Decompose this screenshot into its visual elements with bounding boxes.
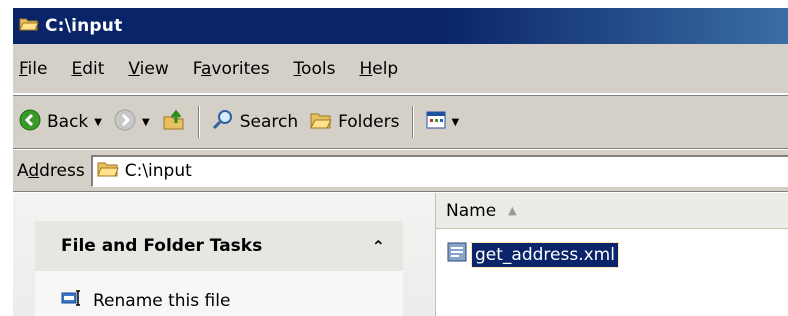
search-label: Search [239,112,299,132]
rename-file-task[interactable]: Rename this file [61,289,230,312]
rename-icon [61,289,83,312]
views-button[interactable]: ▼ [420,102,466,142]
forward-arrow-icon [114,109,136,136]
toolbar: Back ▼ ▼ Search Folders ▼ [13,95,788,149]
menu-favorites[interactable]: Favorites [181,59,282,79]
menu-tools[interactable]: Tools [282,59,348,79]
address-value: C:\input [124,161,192,181]
up-folder-icon [162,109,186,136]
address-label: Address [17,160,85,181]
name-column-header[interactable]: Name ▲ [436,193,788,229]
folders-icon [310,110,332,135]
menu-file[interactable]: File [13,59,59,79]
tasks-title: File and Folder Tasks [61,236,263,256]
address-bar: Address C:\input [13,150,788,192]
address-input[interactable]: C:\input [90,154,788,187]
menu-view[interactable]: View [116,59,180,79]
title-bar: C:\input [13,8,788,44]
forward-dropdown-icon[interactable]: ▼ [142,117,150,128]
sort-ascending-icon: ▲ [508,204,517,217]
xml-file-icon [446,241,468,268]
back-arrow-icon [19,109,41,136]
views-dropdown-icon[interactable]: ▼ [452,117,460,128]
menu-edit[interactable]: Edit [59,59,116,79]
search-icon [212,109,234,136]
toolbar-separator [411,106,414,138]
file-list: Name ▲ get_address.xml [435,193,788,316]
search-button[interactable]: Search [206,102,304,142]
folder-icon [97,160,119,183]
folder-open-icon [19,16,39,37]
list-item[interactable]: get_address.xml [446,241,619,268]
folders-label: Folders [338,112,400,132]
collapse-chevron-icon[interactable]: ⌃ [372,237,385,256]
views-icon [426,111,446,134]
up-folder-button[interactable] [156,102,192,142]
back-label: Back [47,112,89,132]
name-column-label: Name [446,200,497,221]
toolbar-separator [197,106,200,138]
menu-bar: File Edit View Favorites Tools Help [13,44,788,94]
window-title: C:\input [45,16,123,36]
back-dropdown-icon[interactable]: ▼ [94,117,102,128]
back-button[interactable]: Back ▼ [13,102,108,142]
task-pane: File and Folder Tasks ⌃ Rename this file [13,193,435,316]
rename-file-label: Rename this file [93,290,231,311]
menu-help[interactable]: Help [347,59,410,79]
folders-button[interactable]: Folders [304,102,405,142]
tasks-body: Rename this file [35,271,403,316]
forward-button[interactable]: ▼ [108,102,156,142]
file-name: get_address.xml [471,241,619,268]
file-folder-tasks-header[interactable]: File and Folder Tasks ⌃ [35,221,403,271]
